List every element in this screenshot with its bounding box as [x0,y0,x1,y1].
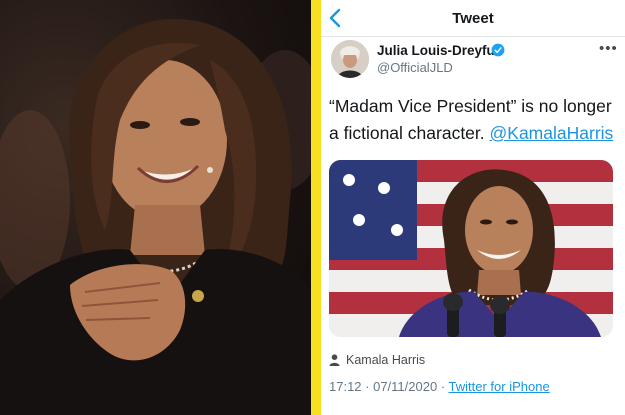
tagged-person-row[interactable]: Kamala Harris [329,352,425,368]
left-photo [0,0,311,415]
verified-badge-icon [491,43,505,57]
tagged-person-label: Kamala Harris [346,353,426,367]
tweet-media-image[interactable] [329,160,613,337]
tweet-text: “Madam Vice President” is no longer a fi… [329,93,621,147]
yellow-divider [311,0,321,415]
tweet-timestamp: 17:12 · 07/11/2020 · [329,379,449,394]
person-icon [329,354,340,366]
author-name[interactable]: Julia Louis-Dreyfus [377,43,502,58]
tweet-panel: Tweet Julia Louis-Dreyfus @OfficialJLD •… [321,0,625,415]
author-handle[interactable]: @OfficialJLD [377,60,453,75]
source-link[interactable]: Twitter for iPhone [449,379,550,394]
portrait-illustration [0,18,311,415]
mention-link[interactable]: @KamalaHarris [490,123,614,143]
tweet-meta: 17:12 · 07/11/2020 · Twitter for iPhone [329,379,550,394]
avatar-image [331,40,369,78]
avatar[interactable] [331,40,369,78]
nav-bar: Tweet [321,0,625,37]
nav-title: Tweet [452,10,494,27]
flag-portrait-illustration [329,160,613,337]
more-options-icon[interactable]: ••• [599,40,618,57]
